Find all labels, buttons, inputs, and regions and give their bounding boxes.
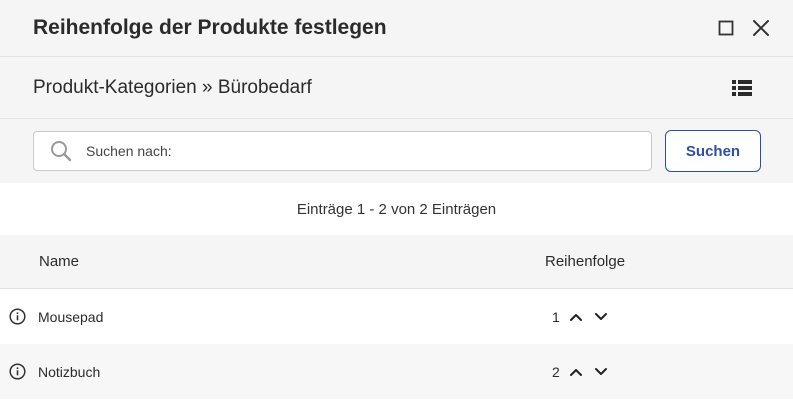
- move-up-button[interactable]: [565, 306, 587, 328]
- breadcrumb-bar: Produkt-Kategorien » Bürobedarf: [0, 57, 793, 119]
- close-button[interactable]: [749, 16, 773, 40]
- info-icon: [8, 308, 26, 325]
- chevron-up-icon: [570, 313, 582, 321]
- move-down-button[interactable]: [590, 306, 612, 328]
- search-bar: Suchen: [0, 119, 793, 183]
- search-input[interactable]: [84, 142, 651, 160]
- table-row: Notizbuch 2: [0, 344, 793, 399]
- close-icon: [753, 20, 769, 36]
- maximize-button[interactable]: [714, 16, 738, 40]
- chevron-up-icon: [570, 368, 582, 376]
- search-button[interactable]: Suchen: [665, 130, 761, 172]
- maximize-icon: [718, 20, 734, 36]
- move-down-button[interactable]: [590, 361, 612, 383]
- column-header-name[interactable]: Name: [0, 253, 505, 270]
- order-cell: 1: [552, 306, 612, 328]
- chevron-down-icon: [595, 367, 607, 375]
- chevron-down-icon: [595, 312, 607, 320]
- order-value: 2: [552, 363, 560, 380]
- entries-count: Einträge 1 - 2 von 2 Einträgen: [0, 183, 793, 235]
- product-name: Notizbuch: [38, 363, 101, 380]
- table-row: Mousepad 1: [0, 289, 793, 344]
- info-icon: [8, 363, 26, 380]
- table-header: Name Reihenfolge: [0, 235, 793, 289]
- list-view-button[interactable]: [731, 77, 753, 99]
- product-name: Mousepad: [38, 308, 104, 325]
- list-view-icon: [732, 79, 752, 96]
- order-cell: 2: [552, 361, 612, 383]
- dialog-title: Reihenfolge der Produkte festlegen: [33, 16, 387, 39]
- column-header-order[interactable]: Reihenfolge: [505, 253, 625, 270]
- move-up-button[interactable]: [565, 361, 587, 383]
- info-button[interactable]: [8, 308, 26, 326]
- search-box[interactable]: [33, 131, 652, 171]
- breadcrumb: Produkt-Kategorien » Bürobedarf: [33, 76, 312, 98]
- order-value: 1: [552, 308, 560, 325]
- dialog-titlebar: Reihenfolge der Produkte festlegen: [0, 0, 793, 57]
- sort-products-dialog: Reihenfolge der Produkte festlegen Produ…: [0, 0, 793, 400]
- info-button[interactable]: [8, 363, 26, 381]
- search-icon: [51, 141, 72, 162]
